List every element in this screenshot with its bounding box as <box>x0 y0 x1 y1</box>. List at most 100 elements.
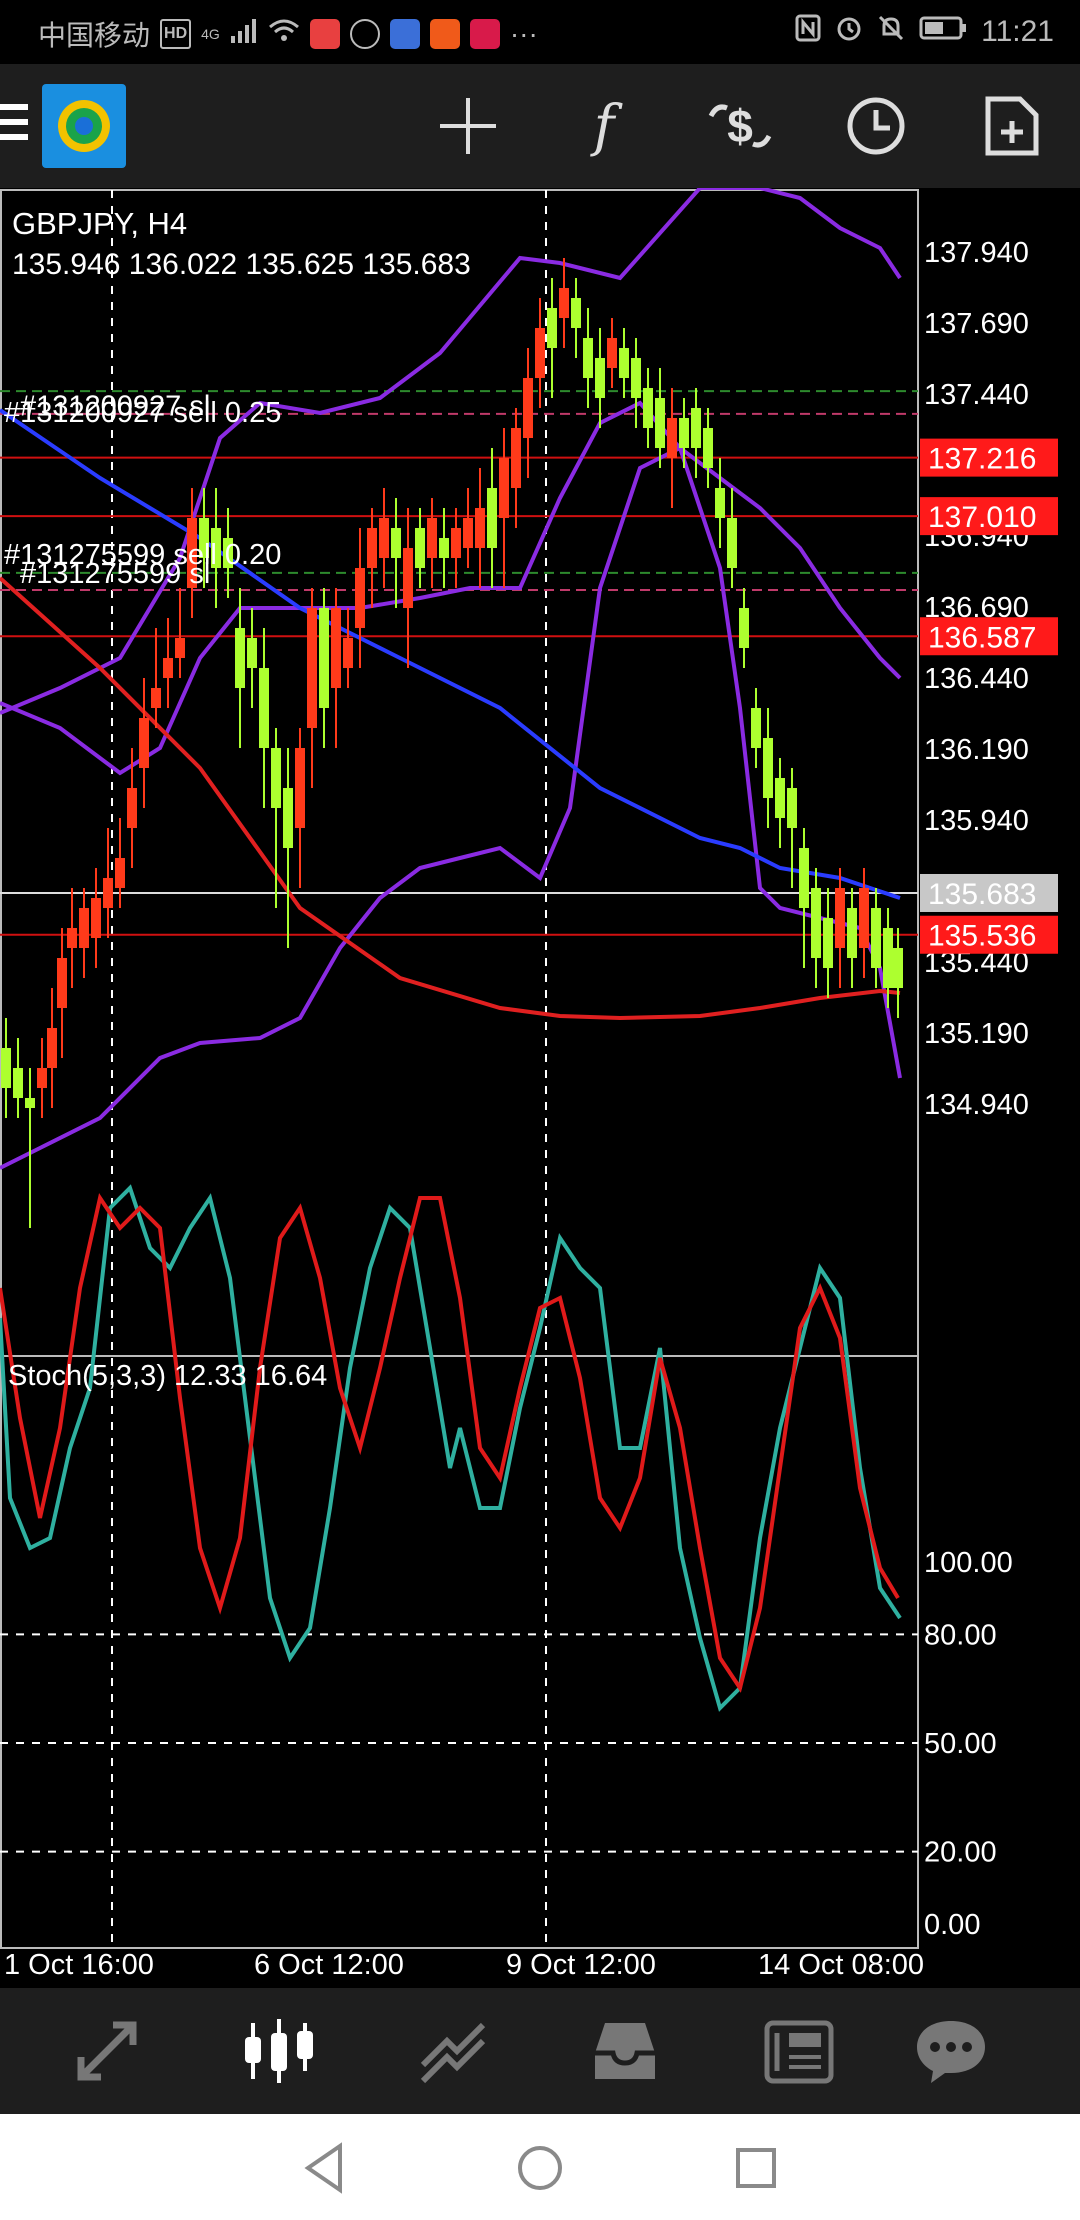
chart-toolbar: f $ <box>0 64 1080 188</box>
candle-body <box>847 908 857 958</box>
candle-body <box>175 638 185 658</box>
home-button[interactable] <box>510 2138 570 2198</box>
stoch-plot-frame <box>0 1355 919 1949</box>
price-chart[interactable]: #131200927 sell 0.25#131200927 sl#131275… <box>0 186 1080 1988</box>
candle-body <box>79 908 89 948</box>
candle-body <box>703 428 713 468</box>
chart-area[interactable]: #131200927 sell 0.25 #131200927 sl #131275… <box>0 186 1080 1988</box>
clock-icon[interactable] <box>838 88 914 164</box>
app-notification-icon-3 <box>389 19 420 49</box>
candle-body <box>523 378 533 438</box>
candle-body <box>751 708 761 748</box>
stoch-tick-label: 0.00 <box>924 1909 980 1941</box>
new-order-icon[interactable] <box>974 88 1050 164</box>
candle <box>643 368 653 448</box>
candle-body <box>871 908 881 968</box>
candle <box>343 608 353 688</box>
candle <box>283 748 293 948</box>
trade-nav-icon[interactable] <box>408 2008 498 2094</box>
candle-body <box>595 358 605 398</box>
candle-body <box>691 408 701 448</box>
candle <box>103 828 113 938</box>
network-type-label: 4G <box>201 26 220 42</box>
app-notification-icon-2 <box>349 19 380 49</box>
candle-body <box>463 518 473 548</box>
candle-body <box>415 528 425 568</box>
candle-body <box>607 338 617 368</box>
signal-icon <box>230 18 258 51</box>
candle <box>439 508 449 588</box>
recents-button[interactable] <box>726 2138 786 2198</box>
candle <box>571 278 581 358</box>
candle <box>47 988 57 1108</box>
candle-body <box>499 458 509 518</box>
candle <box>259 628 269 808</box>
candle <box>511 408 521 528</box>
quotes-icon[interactable] <box>62 2008 152 2094</box>
candle-body <box>883 928 893 988</box>
stoch-tick-label: 50.00 <box>924 1728 997 1760</box>
mute-icon <box>877 14 905 49</box>
candle <box>655 368 665 468</box>
candle <box>13 1038 23 1118</box>
candle-body <box>91 898 101 938</box>
candle <box>619 328 629 398</box>
candle <box>739 588 749 668</box>
candle <box>559 258 569 348</box>
menu-icon[interactable] <box>0 104 28 144</box>
candle-body <box>451 528 461 558</box>
candle-body <box>127 788 137 828</box>
candle-body <box>367 528 377 568</box>
history-icon[interactable] <box>580 2008 670 2094</box>
chat-icon[interactable] <box>906 2008 996 2094</box>
candle-body <box>115 858 125 888</box>
candle-body <box>355 568 365 628</box>
price-level-label: 136.587 <box>928 621 1036 654</box>
order-label: #131275599 sl <box>20 558 210 590</box>
candle <box>37 1038 47 1118</box>
candle-body <box>391 528 401 558</box>
time-tick-label: 9 Oct 12:00 <box>506 1949 656 1981</box>
candle-body <box>893 948 903 988</box>
more-notifications-icon: ··· <box>509 18 538 49</box>
back-button[interactable] <box>296 2138 356 2198</box>
price-tick-label: 136.190 <box>924 734 1029 766</box>
candle <box>175 588 185 678</box>
candle-body <box>235 628 245 688</box>
crosshair-icon[interactable] <box>430 88 506 164</box>
news-icon[interactable] <box>754 2008 844 2094</box>
candle-body <box>655 398 665 448</box>
candle <box>331 588 341 748</box>
candle <box>451 508 461 588</box>
app-notification-icon-4 <box>429 19 460 49</box>
trade-icon[interactable]: $ <box>702 88 778 164</box>
candle-body <box>547 308 557 348</box>
candle-body <box>823 918 833 968</box>
function-icon[interactable]: f <box>566 88 642 164</box>
mt4-logo[interactable] <box>42 84 126 168</box>
carrier-label: 中国移动 <box>38 20 151 51</box>
candle <box>799 828 809 968</box>
candle-body <box>271 748 281 808</box>
candle <box>463 488 473 568</box>
candle <box>295 728 305 888</box>
candle <box>355 528 365 668</box>
battery-icon <box>919 15 967 48</box>
candle <box>763 708 773 828</box>
candle-body <box>631 358 641 398</box>
time-tick-label: 1 Oct 16:00 <box>4 1949 154 1981</box>
time-tick-label: 14 Oct 08:00 <box>758 1949 924 1981</box>
candle-body <box>163 658 173 678</box>
candle <box>163 618 173 708</box>
chart-ohlc-label: 135.946 136.022 135.625 135.683 <box>12 248 471 281</box>
candle <box>1 1018 11 1118</box>
app-notification-icon-1 <box>309 19 340 49</box>
candle <box>319 588 329 748</box>
time-tick-label: 6 Oct 12:00 <box>254 1949 404 1981</box>
candle-body <box>427 518 437 558</box>
candle-body <box>739 608 749 648</box>
price-level-label: 135.536 <box>928 920 1036 953</box>
price-level-label: 137.216 <box>928 443 1036 476</box>
candle <box>79 888 89 978</box>
chart-icon[interactable] <box>234 2008 324 2094</box>
